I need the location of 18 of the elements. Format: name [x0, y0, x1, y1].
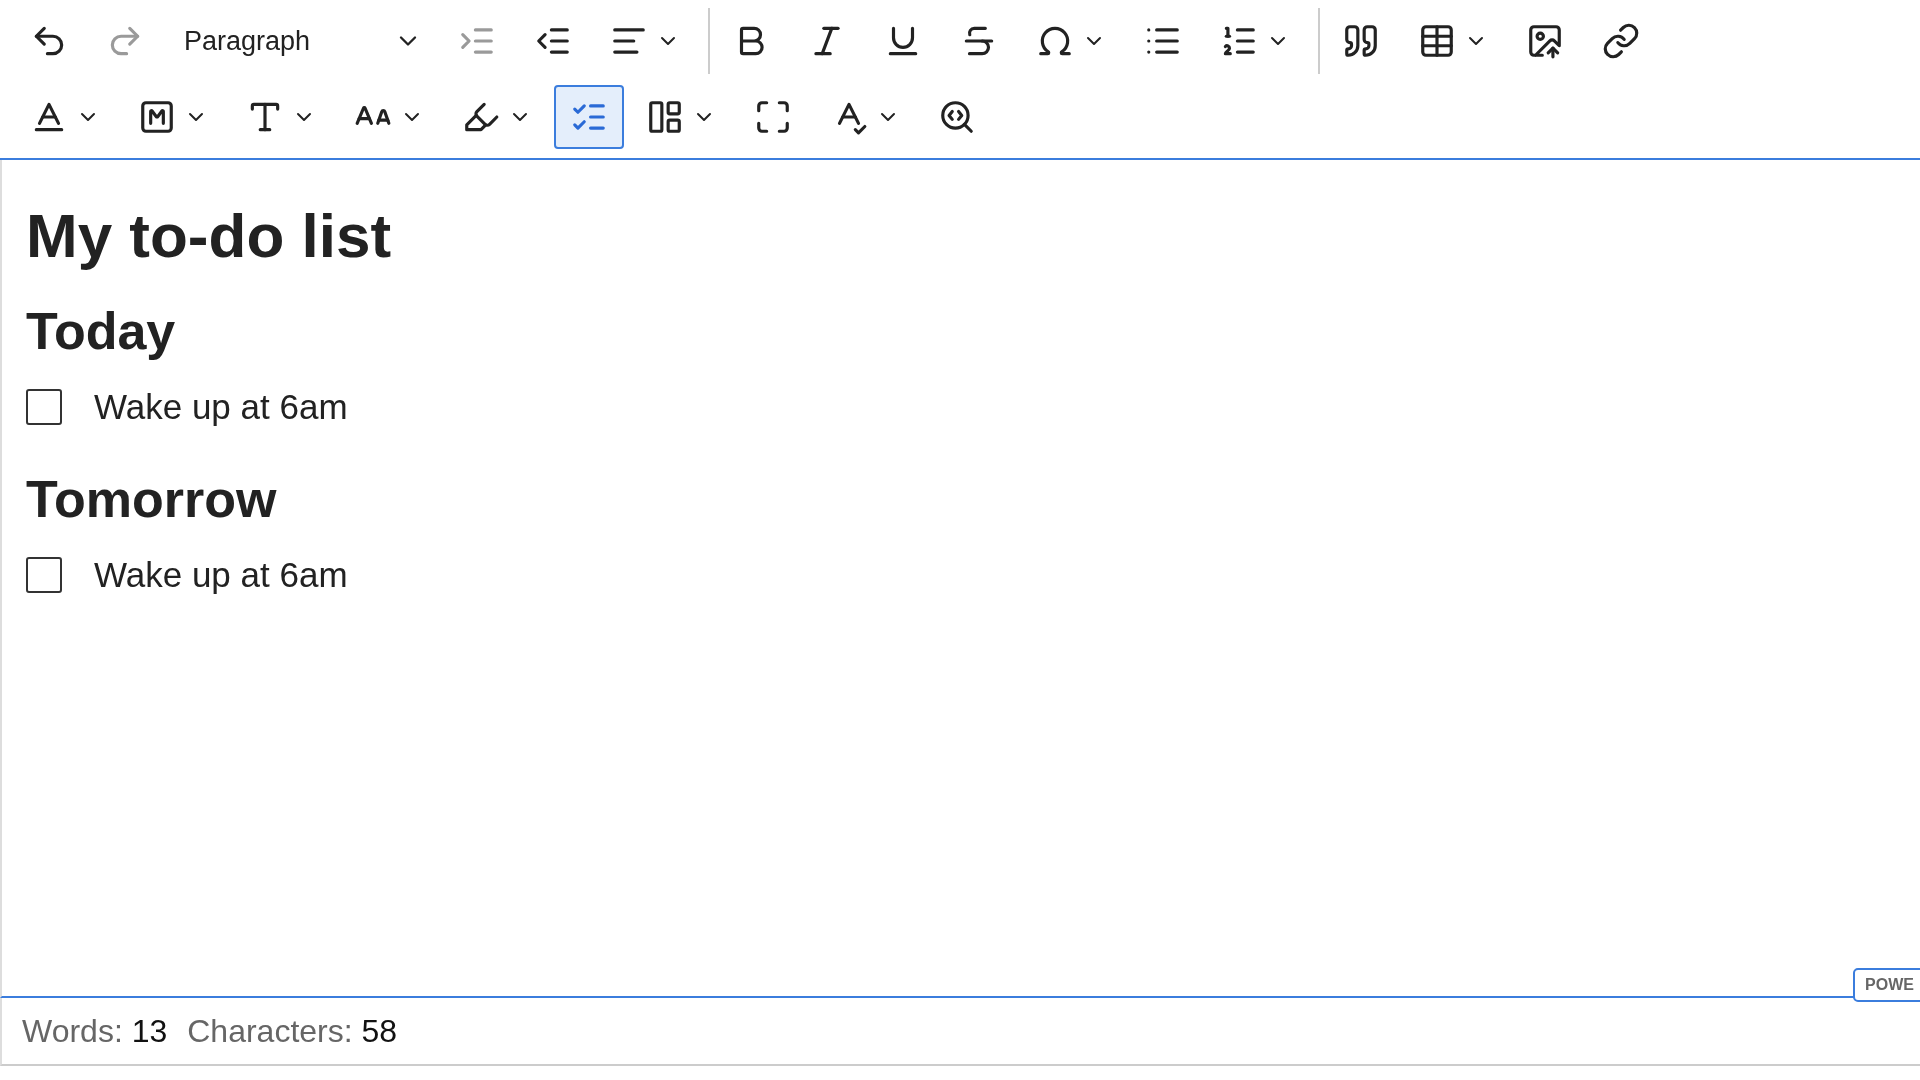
todo-item-text: Wake up at 6am [94, 387, 348, 427]
word-count: Words: 13 [22, 1012, 168, 1050]
checkbox[interactable] [26, 389, 62, 425]
fullscreen-icon [754, 98, 792, 136]
checkbox[interactable] [26, 557, 62, 593]
table-icon [1418, 22, 1456, 60]
character-count: Characters: 58 [187, 1012, 398, 1050]
powered-by-badge[interactable]: POWE [1853, 968, 1920, 1002]
paragraph-format-select[interactable]: Paragraph [166, 9, 436, 73]
quote-icon [1342, 22, 1380, 60]
todo-item-text: Wake up at 6am [94, 555, 348, 595]
section-heading: Tomorrow [26, 469, 278, 529]
document-title: My to-do list [26, 200, 393, 271]
section-heading: Today [26, 301, 177, 361]
checklist-button[interactable] [554, 85, 624, 149]
layout-icon [646, 98, 684, 136]
link-icon [1602, 22, 1640, 60]
image-upload-icon [1526, 22, 1564, 60]
